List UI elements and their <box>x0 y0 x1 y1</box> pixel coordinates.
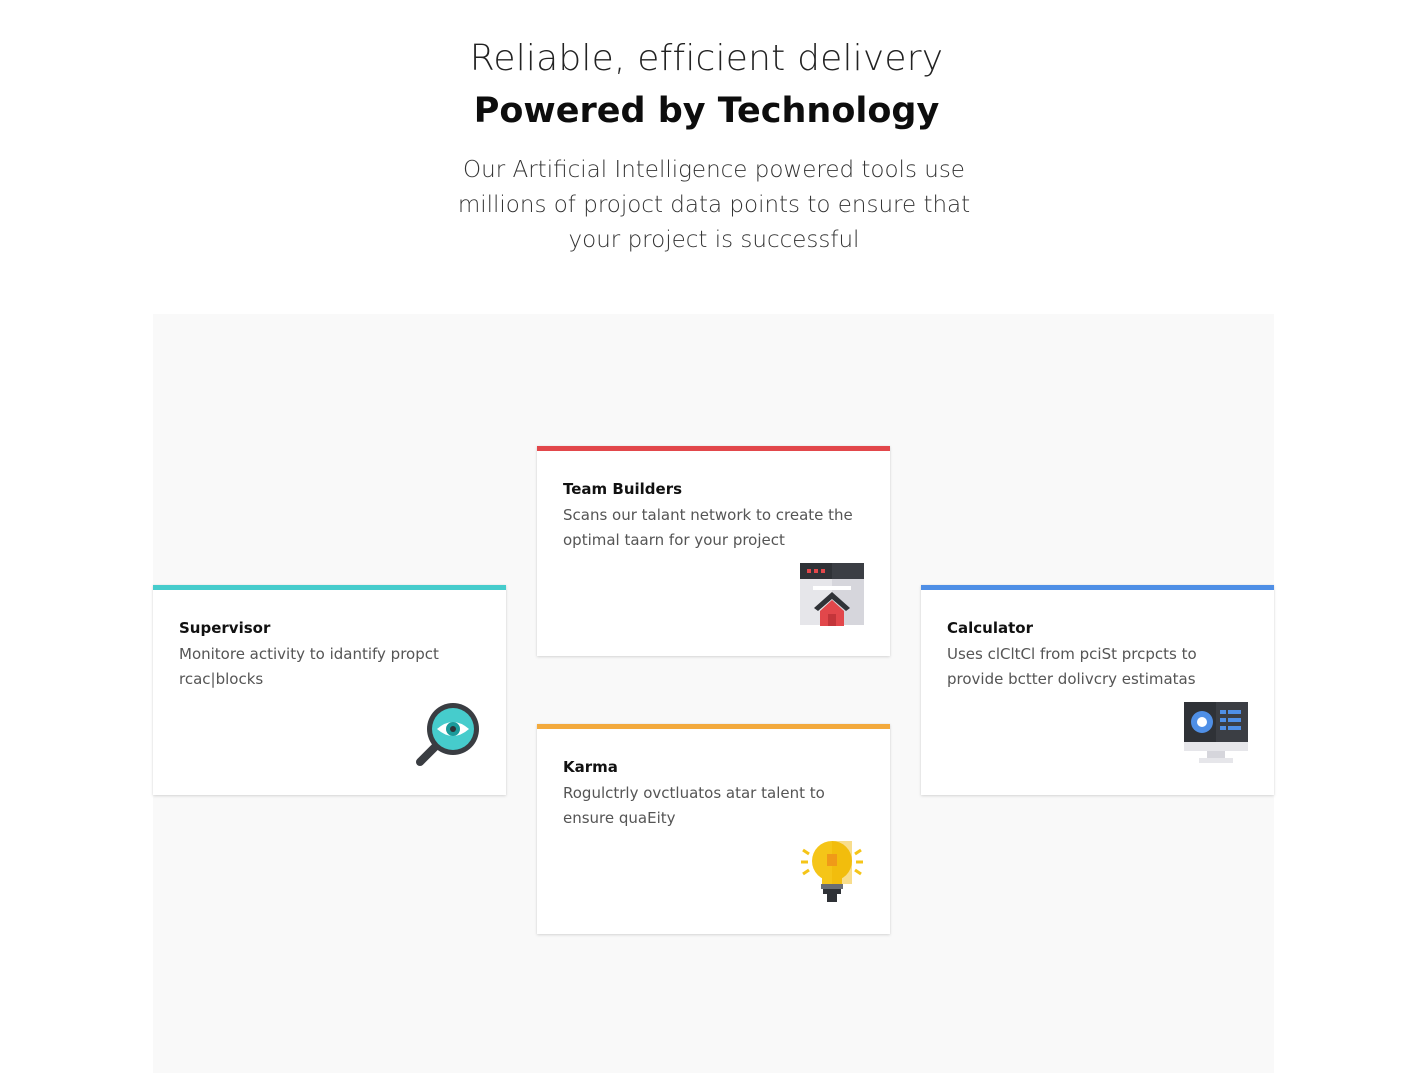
card-description: Scans our talant network to create the o… <box>563 506 853 549</box>
lightbulb-icon <box>801 841 863 902</box>
feature-card-karma: Karma Rogulctrly ovctluatos atar talent … <box>537 724 890 934</box>
card-title: Supervisor <box>179 619 271 637</box>
feature-card-team-builders: Team Builders Scans our talant network t… <box>537 446 890 656</box>
browser-home-icon <box>800 563 864 626</box>
card-accent-bar <box>537 724 890 729</box>
card-description: Monitore activity to idantify propct rca… <box>179 645 439 688</box>
feature-card-calculator: Calculator Uses clCltCl from pciSt prcpc… <box>921 585 1274 795</box>
section-title: Powered by Technology <box>473 91 940 131</box>
magnifier-eye-icon <box>416 703 479 766</box>
card-title: Team Builders <box>563 480 683 498</box>
monitor-dashboard-icon <box>1184 702 1248 763</box>
card-accent-bar <box>537 446 890 451</box>
card-title: Karma <box>563 758 618 776</box>
section-lead: Our Artificial Intelligence powered tool… <box>457 157 971 253</box>
card-description: Uses clCltCl from pciSt prcpcts to provi… <box>947 645 1197 688</box>
section-subtitle: Reliable, efficient delivery <box>469 38 944 79</box>
card-accent-bar <box>921 585 1274 590</box>
card-description: Rogulctrly ovctluatos atar talent to ens… <box>563 784 825 827</box>
card-title: Calculator <box>947 619 1033 637</box>
feature-card-supervisor: Supervisor Monitore activity to idantify… <box>153 585 506 795</box>
card-accent-bar <box>153 585 506 590</box>
